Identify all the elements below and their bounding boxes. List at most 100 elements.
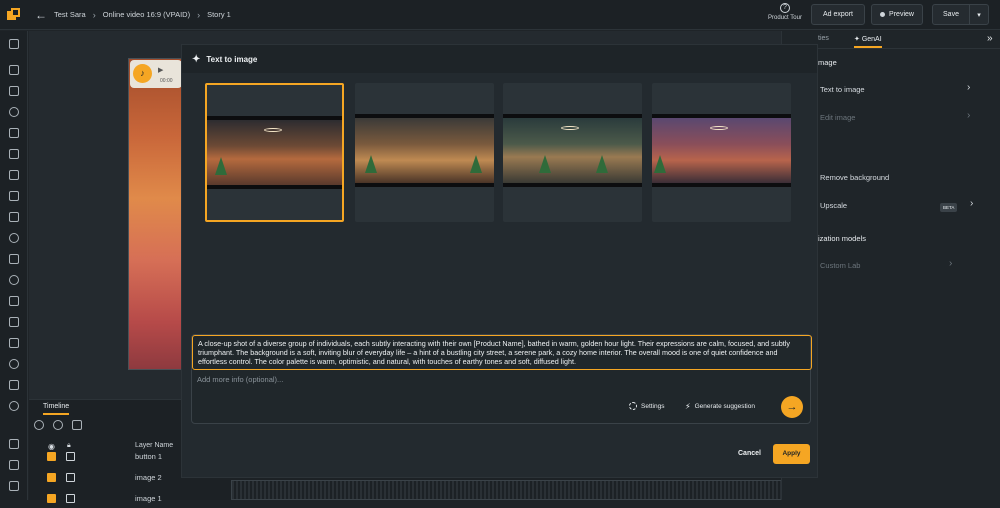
text-icon[interactable] [9, 170, 19, 180]
prompt-input[interactable]: A close-up shot of a diverse group of in… [192, 335, 812, 370]
music-note-icon[interactable]: ♪ [133, 64, 152, 83]
preview-label: Preview [889, 11, 914, 18]
cancel-button[interactable]: Cancel [738, 450, 761, 457]
beta-badge: BETA [940, 203, 958, 212]
upscale-item[interactable]: Upscale [820, 201, 847, 210]
remove-background-item[interactable]: Remove background [820, 173, 889, 182]
chevron-right-icon[interactable]: › [967, 82, 970, 93]
save-label: Save [943, 11, 959, 18]
tab-genai[interactable]: ✦ GenAI [854, 35, 882, 48]
section-image-title: mage [818, 58, 837, 67]
expand-panel-icon[interactable]: » [987, 33, 993, 44]
audio-time: 00:00 [160, 78, 173, 84]
generated-image-3[interactable] [503, 83, 642, 222]
loop-icon[interactable] [53, 420, 63, 430]
layout-icon[interactable] [9, 39, 19, 49]
generated-image [207, 116, 342, 189]
generated-image [652, 114, 791, 187]
grid-icon[interactable] [9, 254, 19, 264]
dashboard-icon[interactable] [9, 338, 19, 348]
generated-image-1[interactable] [205, 83, 344, 222]
layer-visible-checkbox[interactable] [47, 494, 56, 503]
timeline-track[interactable] [231, 480, 787, 500]
layer-name-header: Layer Name [135, 442, 174, 449]
ad-export-button[interactable]: Ad export [811, 4, 865, 25]
layers-icon[interactable] [9, 460, 19, 470]
qr-code-icon[interactable] [9, 380, 19, 390]
dialog-title: Text to image [206, 54, 258, 64]
sparkle-icon: ✦ [854, 36, 862, 43]
layer-name[interactable]: button 1 [135, 452, 162, 461]
gear-icon [629, 402, 637, 410]
target-icon[interactable] [9, 233, 19, 243]
gallery-icon[interactable] [9, 191, 19, 201]
tab-timeline[interactable]: Timeline [43, 403, 70, 415]
layer-row[interactable]: image 1 [29, 492, 209, 508]
prompt-box: A close-up shot of a diverse group of in… [191, 334, 812, 424]
chevron-right-icon[interactable]: › [970, 198, 973, 209]
list-icon[interactable] [9, 439, 19, 449]
ad-preview[interactable] [128, 58, 183, 370]
add-folder-icon[interactable] [72, 420, 82, 430]
generated-image-4[interactable] [652, 83, 791, 222]
custom-lab-item[interactable]: Custom Lab [820, 261, 860, 270]
settings-button[interactable]: Settings [629, 402, 665, 410]
sparkle-icon: ✦ [192, 53, 201, 65]
top-bar: ← Test Sara › Online video 16:9 (VPAID) … [0, 0, 1000, 30]
stream-icon[interactable] [9, 296, 19, 306]
text-to-image-item[interactable]: Text to image [820, 85, 865, 94]
image-icon[interactable] [9, 86, 19, 96]
audio-player[interactable]: ♪ ▶ 00:00 [130, 60, 182, 88]
chevron-right-icon[interactable]: › [967, 110, 970, 121]
breadcrumb-story[interactable]: Story 1 [207, 10, 231, 19]
layer-name[interactable]: image 2 [135, 473, 162, 482]
preview-button[interactable]: Preview [871, 4, 923, 25]
chevron-right-icon[interactable]: › [949, 258, 952, 269]
ad-export-label: Ad export [823, 11, 853, 18]
save-button[interactable]: Save [932, 4, 970, 25]
tab-properties[interactable]: ties [818, 35, 829, 42]
preview-icon [880, 12, 886, 17]
more-info-input[interactable]: Add more info (optional)... [197, 375, 283, 384]
music-icon[interactable] [9, 107, 19, 117]
generated-image-2[interactable] [355, 83, 494, 222]
save-dropdown-button[interactable]: ▾ [969, 4, 989, 25]
back-arrow-icon[interactable]: ← [35, 8, 47, 22]
location-pin-icon[interactable] [9, 401, 19, 411]
lock-icon[interactable]: 🔒︎ [67, 442, 71, 450]
play-icon[interactable]: ▶ [158, 66, 163, 74]
sun-icon[interactable] [9, 359, 19, 369]
button-icon[interactable] [9, 149, 19, 159]
layer-lock-checkbox[interactable] [66, 494, 75, 503]
breadcrumb-project[interactable]: Test Sara [54, 10, 86, 19]
send-button[interactable]: → [781, 396, 803, 418]
chevron-right-icon: › [92, 9, 96, 20]
generate-suggestion-button[interactable]: ⚡︎ Generate suggestion [685, 402, 755, 411]
settings-label: Settings [641, 402, 665, 410]
video-icon[interactable] [9, 65, 19, 75]
layer-lock-checkbox[interactable] [66, 452, 75, 461]
rotate-icon[interactable] [9, 275, 19, 285]
layer-lock-checkbox[interactable] [66, 473, 75, 482]
breadcrumb-format[interactable]: Online video 16:9 (VPAID) [103, 10, 190, 19]
dialog-header: ✦ Text to image [182, 45, 817, 73]
chevron-right-icon: › [197, 9, 201, 20]
shapes-icon[interactable] [9, 128, 19, 138]
help-icon: ? [780, 3, 790, 13]
product-tour-label: Product Tour [768, 15, 802, 21]
widget-icon[interactable] [9, 212, 19, 222]
layer-visible-checkbox[interactable] [47, 473, 56, 482]
product-tour-button[interactable]: ? Product Tour [762, 3, 808, 21]
generated-image [355, 114, 494, 187]
hourglass-icon[interactable] [9, 317, 19, 327]
arrow-right-icon: → [786, 401, 798, 413]
app-logo[interactable] [7, 7, 21, 22]
apply-button[interactable]: Apply [773, 444, 810, 464]
apply-label: Apply [782, 450, 801, 457]
play-button-icon[interactable] [34, 420, 44, 430]
layer-name[interactable]: image 1 [135, 494, 162, 503]
table-icon[interactable] [9, 481, 19, 491]
edit-image-item[interactable]: Edit image [820, 113, 855, 122]
layer-visible-checkbox[interactable] [47, 452, 56, 461]
caret-down-icon: ▾ [977, 11, 981, 19]
